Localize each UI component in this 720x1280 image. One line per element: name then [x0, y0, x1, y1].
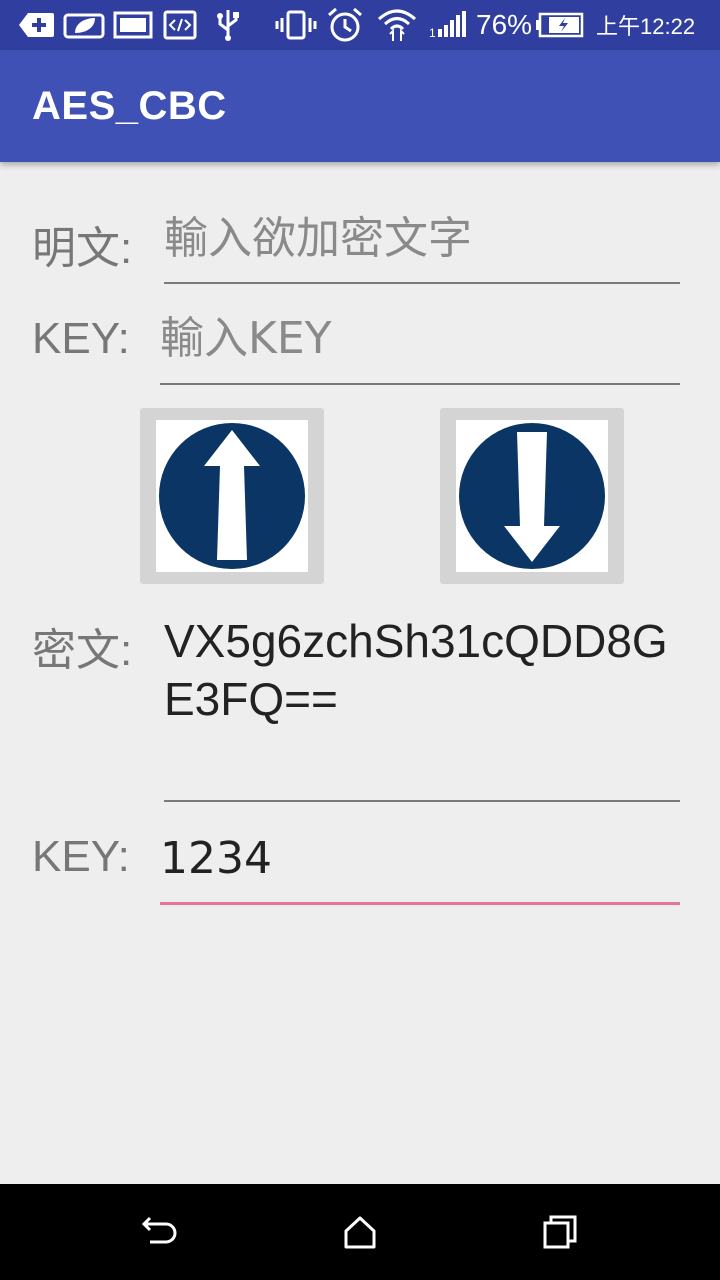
encrypt-key-label: KEY:: [32, 314, 130, 363]
add-notification-icon: [18, 7, 56, 43]
ciphertext-label: 密文:: [32, 626, 133, 675]
encrypt-button-image: [156, 420, 308, 572]
decrypt-key-underline: [160, 902, 680, 905]
decrypt-button-image: [456, 420, 608, 572]
plaintext-label: 明文:: [32, 224, 133, 273]
leaf-icon: [62, 7, 106, 43]
recents-icon: [543, 1215, 577, 1249]
arrow-up-icon: [159, 423, 305, 569]
ciphertext-underline: [164, 800, 680, 802]
ciphertext-field[interactable]: VX5g6zchSh31cQDD8GE3FQ==: [164, 612, 684, 728]
home-icon: [344, 1216, 376, 1249]
arrow-down-icon: [459, 423, 605, 569]
app-title: AES_CBC: [32, 84, 227, 128]
decrypt-key-input[interactable]: [160, 826, 680, 890]
code-icon: [162, 7, 198, 43]
back-button[interactable]: [136, 1208, 184, 1256]
wifi-icon: [376, 7, 418, 43]
alarm-icon: [326, 7, 364, 43]
vibrate-icon: [274, 7, 318, 43]
back-icon: [141, 1216, 177, 1244]
encrypt-key-input[interactable]: [160, 306, 680, 370]
decrypt-key-label: KEY:: [32, 832, 130, 881]
navigation-bar: [0, 1184, 720, 1280]
status-time: 上午12:22: [596, 9, 695, 41]
battery-percent: 76%: [476, 9, 533, 40]
time-text: 上午12:22: [596, 14, 696, 39]
home-button[interactable]: [336, 1208, 384, 1256]
recents-button[interactable]: [536, 1208, 584, 1256]
signal-icon: 1: [428, 7, 468, 43]
battery-charging-icon: [534, 7, 586, 43]
encrypt-key-underline: [160, 383, 680, 385]
plaintext-input[interactable]: [164, 206, 680, 270]
svg-text:1: 1: [429, 26, 436, 39]
decrypt-button[interactable]: [440, 408, 624, 584]
plaintext-underline: [164, 282, 680, 284]
usb-icon: [210, 7, 246, 43]
status-bar: 1 76% 上午12:22: [0, 0, 720, 50]
encrypt-button[interactable]: [140, 408, 324, 584]
image-icon: [112, 7, 154, 43]
app-bar: AES_CBC: [0, 50, 720, 162]
